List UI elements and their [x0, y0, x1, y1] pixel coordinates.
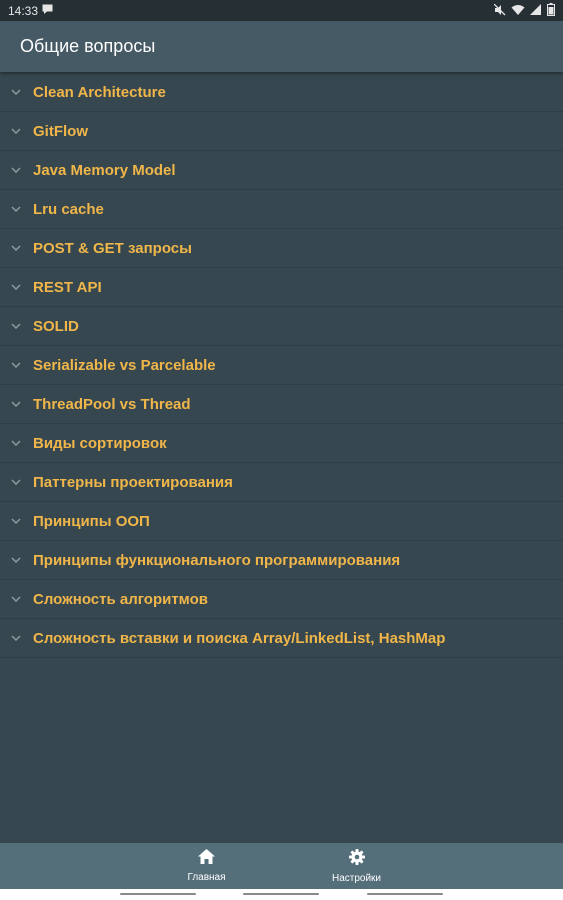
list-item-label: GitFlow	[33, 122, 88, 140]
chevron-down-icon	[8, 479, 24, 485]
wifi-icon	[511, 4, 525, 16]
chevron-down-icon	[8, 128, 24, 134]
list-item[interactable]: Паттерны проектирования	[0, 463, 563, 502]
list-item-label: Lru cache	[33, 200, 104, 218]
status-bar: 14:33	[0, 0, 563, 21]
gear-icon	[348, 848, 365, 870]
list-item[interactable]: GitFlow	[0, 112, 563, 151]
list-item-label: Сложность алгоритмов	[33, 590, 208, 608]
chevron-down-icon	[8, 518, 24, 524]
nav-settings-button[interactable]: Настройки	[322, 843, 392, 889]
chevron-down-icon	[8, 323, 24, 329]
chevron-down-icon	[8, 401, 24, 407]
list-item[interactable]: ThreadPool vs Thread	[0, 385, 563, 424]
mute-icon	[494, 3, 506, 16]
list-item-label: Clean Architecture	[33, 83, 166, 101]
list-item[interactable]: Java Memory Model	[0, 151, 563, 190]
list-item-label: POST & GET запросы	[33, 239, 192, 257]
list-item-label: Serializable vs Parcelable	[33, 356, 216, 374]
list-item[interactable]: POST & GET запросы	[0, 229, 563, 268]
nav-home-button[interactable]: Главная	[172, 843, 242, 889]
chevron-down-icon	[8, 557, 24, 563]
nav-home-label: Главная	[187, 872, 226, 883]
system-nav-back[interactable]	[120, 893, 196, 895]
list-item-label: SOLID	[33, 317, 79, 335]
system-navigation-bar	[0, 889, 563, 900]
battery-icon	[547, 3, 555, 16]
list-item[interactable]: Принципы функционального программировани…	[0, 541, 563, 580]
list-item[interactable]: REST API	[0, 268, 563, 307]
status-time: 14:33	[8, 3, 39, 18]
chevron-down-icon	[8, 635, 24, 641]
list-item[interactable]: Сложность вставки и поиска Array/LinkedL…	[0, 619, 563, 658]
list-item-label: Принципы ООП	[33, 512, 150, 530]
chevron-down-icon	[8, 206, 24, 212]
system-nav-home[interactable]	[243, 893, 319, 895]
message-icon	[42, 4, 53, 17]
list-item[interactable]: Serializable vs Parcelable	[0, 346, 563, 385]
nav-settings-label: Настройки	[331, 872, 382, 884]
list-item-label: ThreadPool vs Thread	[33, 395, 191, 413]
list-item-label: Виды сортировок	[33, 434, 167, 452]
list-item-label: Сложность вставки и поиска Array/LinkedL…	[33, 629, 446, 647]
signal-icon	[530, 3, 542, 16]
list-item-label: REST API	[33, 278, 102, 296]
chevron-down-icon	[8, 362, 24, 368]
list-item-label: Паттерны проектирования	[33, 473, 233, 491]
chevron-down-icon	[8, 89, 24, 95]
chevron-down-icon	[8, 284, 24, 290]
list-item[interactable]: Clean Architecture	[0, 73, 563, 112]
list-item-label: Принципы функционального программировани…	[33, 551, 401, 569]
app-bar: Общие вопросы	[0, 21, 563, 72]
list-item-label: Java Memory Model	[33, 161, 176, 179]
bottom-navigation: Главная Настройки	[0, 843, 563, 889]
chevron-down-icon	[8, 167, 24, 173]
chevron-down-icon	[8, 596, 24, 602]
home-icon	[198, 849, 215, 869]
list-item[interactable]: SOLID	[0, 307, 563, 346]
chevron-down-icon	[8, 245, 24, 251]
list-item[interactable]: Lru cache	[0, 190, 563, 229]
question-list: Clean Architecture GitFlow Java Memory M…	[0, 73, 563, 658]
page-title: Общие вопросы	[20, 36, 156, 56]
list-item[interactable]: Сложность алгоритмов	[0, 580, 563, 619]
system-nav-recents[interactable]	[367, 893, 443, 895]
list-item[interactable]: Принципы ООП	[0, 502, 563, 541]
chevron-down-icon	[8, 440, 24, 446]
list-item[interactable]: Виды сортировок	[0, 424, 563, 463]
